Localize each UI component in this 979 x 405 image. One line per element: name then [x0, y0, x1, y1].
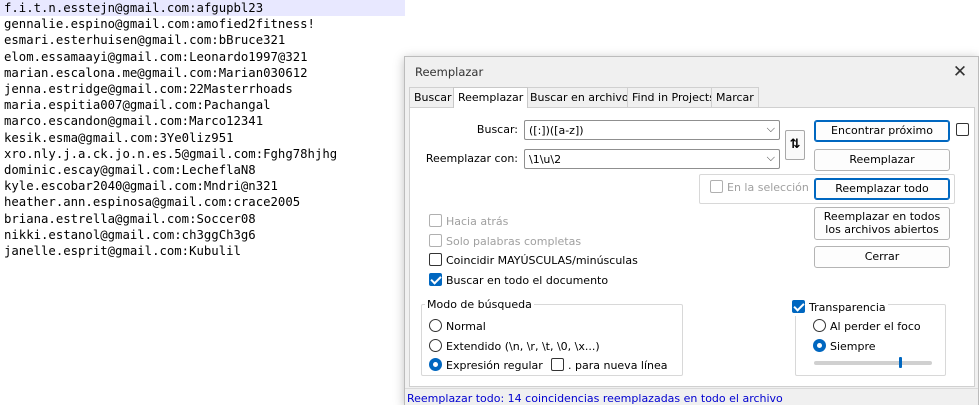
- transparency-label: Transparencia: [809, 301, 886, 314]
- replace-dialog: Reemplazar ✕ Buscar Reemplazar Buscar en…: [404, 56, 979, 405]
- status-message: Reemplazar todo: 14 coincidencias reempl…: [407, 392, 783, 405]
- whole-word-label: Solo palabras completas: [446, 235, 582, 248]
- checkbox-box[interactable]: [956, 123, 969, 136]
- editor-line[interactable]: marco.escandon@gmail.com:Marco12341: [4, 113, 263, 129]
- editor-line[interactable]: marian.escalona.me@gmail.com:Marian03061…: [4, 65, 308, 81]
- editor-line[interactable]: nikki.estanol@gmail.com:ch3ggCh3g6: [4, 227, 256, 243]
- editor-line[interactable]: kyle.escobar2040@gmail.com:Mndri@n321: [4, 178, 278, 194]
- replace-tab-panel: Buscar: ([:])([a-z]) ⌵ Reemplazar con: \…: [409, 107, 975, 387]
- on-lose-focus-radio[interactable]: Al perder el foco: [813, 319, 921, 335]
- transparency-slider[interactable]: [814, 361, 932, 365]
- editor-line[interactable]: heather.ann.espinosa@gmail.com:crace2005: [4, 194, 300, 210]
- mode-normal-radio[interactable]: Normal: [429, 319, 486, 335]
- backward-checkbox[interactable]: Hacia atrás: [429, 214, 508, 230]
- match-case-label: Coincidir MAYÚSCULAS/minúsculas: [446, 254, 638, 267]
- search-mode-title: Modo de búsqueda: [425, 298, 534, 311]
- mode-regex-label: Expresión regular: [446, 359, 543, 372]
- close-button[interactable]: Cerrar: [814, 246, 950, 268]
- swap-fields-icon[interactable]: ⇅: [785, 130, 805, 160]
- always-label: Siempre: [830, 340, 876, 353]
- on-lose-focus-label: Al perder el foco: [830, 320, 921, 333]
- replace-button[interactable]: Reemplazar: [814, 149, 950, 171]
- radio-button[interactable]: [429, 319, 442, 332]
- checkbox-checked[interactable]: [429, 273, 442, 286]
- radio-button-selected[interactable]: [429, 358, 442, 371]
- radio-button[interactable]: [429, 339, 442, 352]
- editor-line[interactable]: maria.espitia007@gmail.com:Pachangal: [4, 97, 271, 113]
- tab-reemplazar[interactable]: Reemplazar: [453, 87, 529, 108]
- find-combobox[interactable]: ([:])([a-z]) ⌵: [524, 120, 780, 140]
- find-next-option-checkbox[interactable]: [956, 123, 973, 139]
- dot-newline-checkbox[interactable]: . para nueva línea: [551, 358, 668, 374]
- editor-line[interactable]: dominic.escay@gmail.com:LecheflaN8: [4, 162, 256, 178]
- transparency-checkbox[interactable]: Transparencia: [792, 300, 888, 316]
- checkbox-box[interactable]: [551, 358, 564, 371]
- checkbox-box[interactable]: [429, 253, 442, 266]
- editor-line[interactable]: janelle.esprit@gmail.com:Kubulil: [4, 243, 241, 259]
- tab-marcar[interactable]: Marcar: [711, 87, 759, 107]
- tab-find-in-projects[interactable]: Find in Projects: [627, 87, 720, 107]
- replace-all-button[interactable]: Reemplazar todo: [814, 178, 950, 200]
- find-label: Buscar:: [476, 123, 518, 136]
- replace-combobox[interactable]: \1\u\2 ⌵: [524, 149, 780, 169]
- editor-line[interactable]: jenna.estridge@gmail.com:22Masterrhoads: [4, 81, 293, 97]
- whole-word-checkbox[interactable]: Solo palabras completas: [429, 234, 581, 250]
- editor-line[interactable]: esmari.esterhuisen@gmail.com:bBruce321: [4, 32, 285, 48]
- match-case-checkbox[interactable]: Coincidir MAYÚSCULAS/minúsculas: [429, 253, 638, 269]
- find-input[interactable]: ([:])([a-z]): [529, 124, 584, 137]
- editor-line[interactable]: f.i.t.n.esstejn@gmail.com:afgupbl23: [0, 0, 405, 16]
- editor-line[interactable]: briana.estrella@gmail.com:Soccer08: [4, 211, 256, 227]
- find-next-button[interactable]: Encontrar próximo: [814, 120, 950, 142]
- dot-newline-label: . para nueva línea: [568, 359, 668, 372]
- checkbox-checked[interactable]: [792, 300, 805, 313]
- replace-label: Reemplazar con:: [425, 152, 518, 165]
- editor-line[interactable]: xro.nly.j.a.ck.jo.n.es.5@gmail.com:Fghg7…: [4, 146, 337, 162]
- mode-regex-radio[interactable]: Expresión regular: [429, 358, 543, 374]
- editor-line[interactable]: gennalie.espino@gmail.com:amofied2fitnes…: [4, 16, 315, 32]
- radio-button[interactable]: [813, 319, 826, 332]
- checkbox-box[interactable]: [710, 180, 723, 193]
- editor-line[interactable]: elom.essamaayi@gmail.com:Leonardo1997@32…: [4, 49, 308, 65]
- in-selection-label: En la selección: [727, 181, 809, 194]
- dialog-title: Reemplazar: [415, 65, 484, 79]
- backward-label: Hacia atrás: [446, 215, 509, 228]
- always-radio[interactable]: Siempre: [813, 339, 876, 355]
- transparency-slider-thumb[interactable]: [898, 357, 902, 368]
- checkbox-box[interactable]: [429, 214, 442, 227]
- radio-button-selected[interactable]: [813, 339, 826, 352]
- chevron-down-icon[interactable]: ⌵: [767, 122, 775, 136]
- tab-buscar[interactable]: Buscar: [409, 87, 457, 107]
- replace-all-open-files-button[interactable]: Reemplazar en todos los archivos abierto…: [814, 207, 950, 240]
- dialog-titlebar[interactable]: Reemplazar ✕: [405, 57, 978, 87]
- mode-extended-radio[interactable]: Extendido (\n, \r, \t, \0, \x...): [429, 339, 600, 355]
- editor-line[interactable]: kesik.esma@gmail.com:3Ye0liz951: [4, 130, 234, 146]
- wrap-around-checkbox[interactable]: Buscar en todo el documento: [429, 273, 608, 289]
- in-selection-checkbox[interactable]: En la selección: [710, 180, 809, 196]
- mode-normal-label: Normal: [446, 320, 486, 333]
- chevron-down-icon[interactable]: ⌵: [767, 151, 775, 165]
- close-icon[interactable]: ✕: [948, 61, 972, 83]
- mode-extended-label: Extendido (\n, \r, \t, \0, \x...): [446, 340, 600, 353]
- replace-input[interactable]: \1\u\2: [529, 153, 561, 166]
- status-bar: Reemplazar todo: 14 coincidencias reempl…: [405, 388, 978, 405]
- checkbox-box[interactable]: [429, 234, 442, 247]
- tab-buscar-en-archivos[interactable]: Buscar en archivos: [525, 87, 640, 107]
- wrap-around-label: Buscar en todo el documento: [446, 274, 609, 287]
